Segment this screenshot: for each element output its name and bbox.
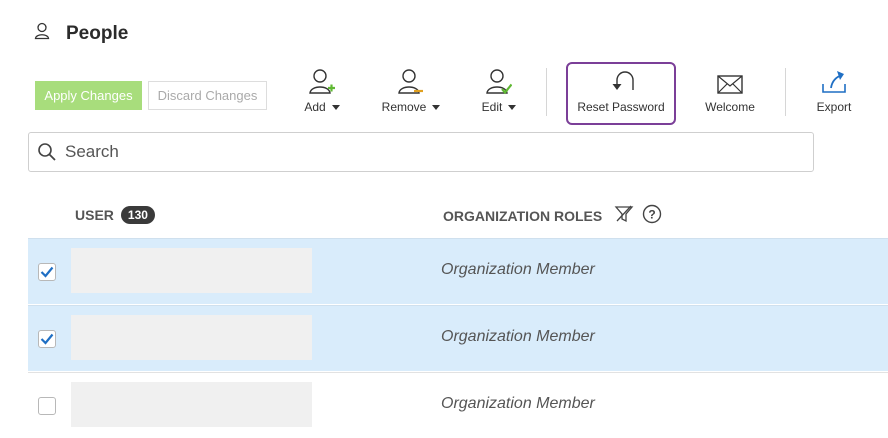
add-label: Add xyxy=(304,100,326,114)
welcome-label: Welcome xyxy=(705,100,755,114)
welcome-button[interactable]: Welcome xyxy=(700,64,760,122)
role-text: Organization Member xyxy=(441,395,595,412)
search-input[interactable] xyxy=(63,141,767,163)
chevron-down-icon xyxy=(508,105,517,111)
add-user-button[interactable]: Add xyxy=(297,64,347,122)
remove-user-button[interactable]: Remove xyxy=(378,64,444,122)
user-placeholder xyxy=(71,382,312,427)
reset-password-label: Reset Password xyxy=(577,100,665,114)
roles-column-header: ORGANIZATION ROLES ? xyxy=(443,204,662,227)
page-title: People xyxy=(66,22,129,44)
roles-header-label: ORGANIZATION ROLES xyxy=(443,207,603,224)
toolbar-divider xyxy=(546,68,547,116)
row-checkbox[interactable] xyxy=(38,263,56,281)
page-header: People xyxy=(34,22,128,45)
user-count-badge: 130 xyxy=(120,206,155,224)
export-icon xyxy=(810,64,858,96)
reset-password-button[interactable]: Reset Password xyxy=(572,64,670,122)
table-row[interactable]: Organization Member xyxy=(28,238,888,304)
table-row[interactable]: Organization Member xyxy=(28,372,888,438)
toolbar-divider xyxy=(785,68,786,116)
envelope-icon xyxy=(700,64,760,96)
role-text: Organization Member xyxy=(441,261,595,278)
user-placeholder xyxy=(71,248,312,293)
checkmark-icon xyxy=(40,266,54,278)
add-user-icon xyxy=(297,64,347,96)
export-label: Export xyxy=(816,100,852,114)
row-checkbox[interactable] xyxy=(38,397,56,415)
chevron-down-icon xyxy=(432,105,441,111)
search-icon xyxy=(38,143,56,161)
row-checkbox[interactable] xyxy=(38,330,56,348)
checkmark-icon xyxy=(40,333,54,345)
remove-label: Remove xyxy=(381,100,427,114)
svg-text:?: ? xyxy=(649,208,656,222)
apply-changes-button[interactable]: Apply Changes xyxy=(35,81,142,110)
reset-password-icon xyxy=(572,64,670,96)
remove-user-icon xyxy=(378,64,444,96)
user-column-header[interactable]: USER 130 xyxy=(75,206,155,224)
edit-user-icon xyxy=(476,64,522,96)
help-icon[interactable]: ? xyxy=(642,204,662,227)
role-text: Organization Member xyxy=(441,328,595,345)
user-header-label: USER xyxy=(75,207,114,223)
edit-label: Edit xyxy=(481,100,503,114)
edit-user-button[interactable]: Edit xyxy=(476,64,522,122)
export-button[interactable]: Export xyxy=(810,64,858,122)
user-placeholder xyxy=(71,315,312,360)
search-box[interactable] xyxy=(28,132,814,172)
filter-off-icon[interactable] xyxy=(614,205,634,226)
discard-changes-button[interactable]: Discard Changes xyxy=(148,81,267,110)
table-row[interactable]: Organization Member xyxy=(28,305,888,371)
person-icon xyxy=(34,22,50,45)
chevron-down-icon xyxy=(331,105,340,111)
